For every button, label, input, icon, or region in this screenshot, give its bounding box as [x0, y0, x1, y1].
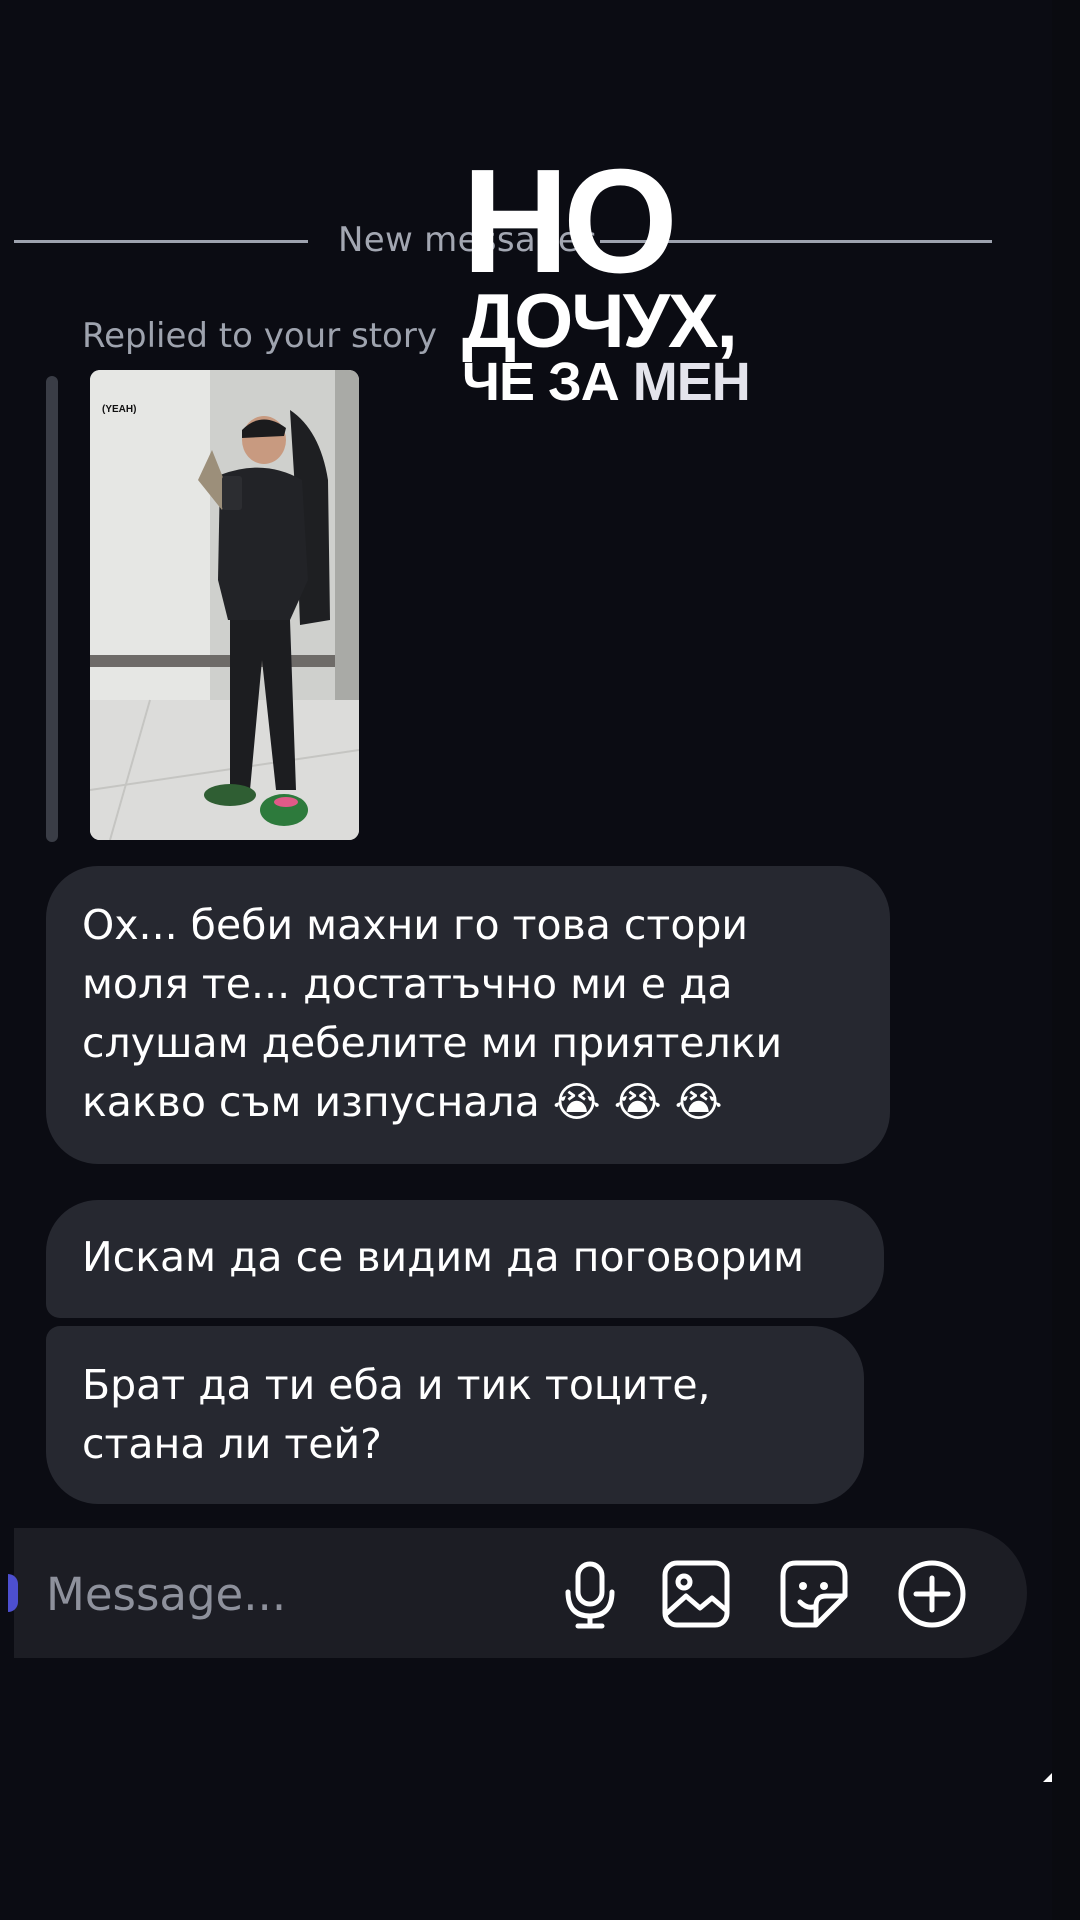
add-icon[interactable] [896, 1558, 968, 1630]
story-photo [90, 370, 359, 840]
divider-line-left [14, 240, 308, 243]
story-sticker-text: (YEAH) [102, 404, 137, 415]
message-bubble[interactable]: Ох... беби махни го това стори моля те..… [46, 866, 890, 1164]
replied-to-story-label: Replied to your story [82, 316, 437, 356]
reply-indicator-bar [46, 376, 58, 842]
caption-line-2: ДОЧУХ, [462, 279, 738, 364]
message-input[interactable] [44, 1564, 508, 1624]
message-bubble[interactable]: Брат да ти еба и тик тоците, стана ли те… [46, 1326, 864, 1504]
camera-button-edge[interactable] [8, 1574, 18, 1612]
story-caption-overlay: НО ДОЧУХ, ЧЕ ЗА МЕН [462, 139, 751, 413]
right-edge [1052, 0, 1080, 1920]
caption-line-1: НО [462, 139, 678, 304]
resize-corner-icon [1043, 1773, 1052, 1782]
caption-line-3: ЧЕ ЗА МЕН [462, 352, 751, 412]
sticker-icon[interactable] [778, 1558, 850, 1630]
message-composer [8, 1528, 1027, 1658]
image-icon[interactable] [660, 1558, 732, 1630]
story-thumbnail[interactable]: (YEAH) [90, 370, 359, 840]
microphone-icon[interactable] [554, 1558, 626, 1630]
message-bubble[interactable]: Искам да се видим да поговорим [46, 1200, 884, 1318]
